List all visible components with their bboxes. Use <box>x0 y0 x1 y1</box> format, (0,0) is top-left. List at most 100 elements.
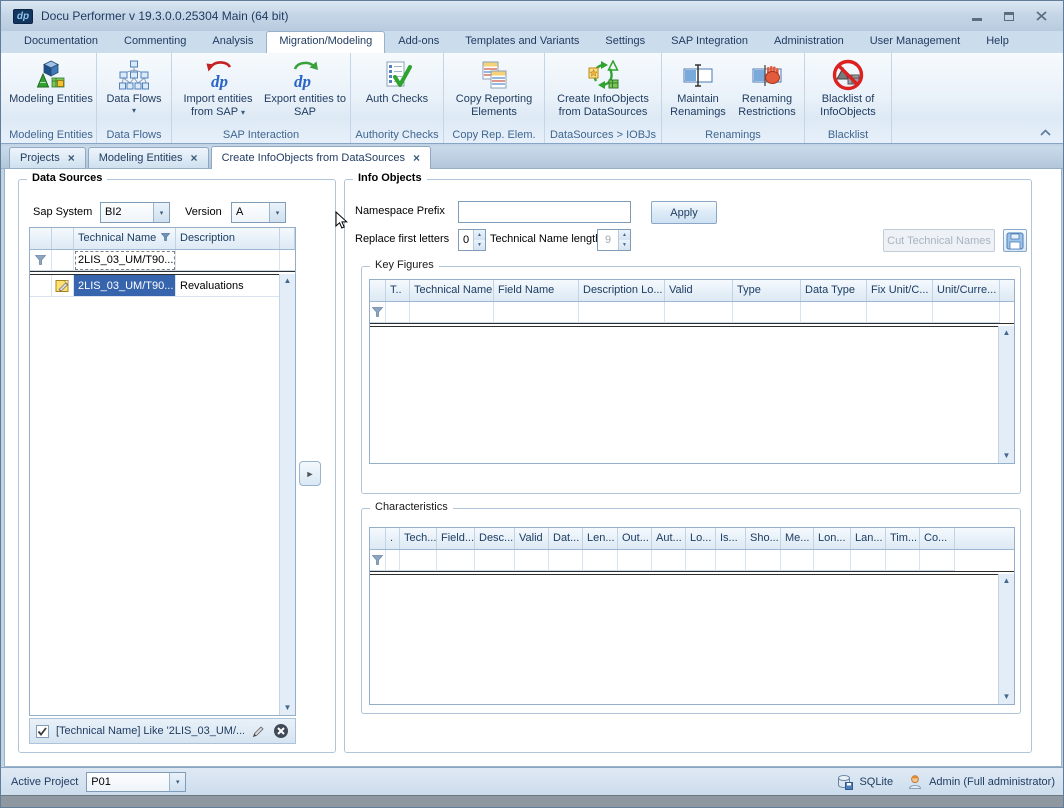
filter-cell[interactable] <box>386 550 400 571</box>
filter-cell[interactable] <box>733 302 801 323</box>
description-cell[interactable]: Revaluations <box>176 275 280 297</box>
filter-cell[interactable] <box>549 550 583 571</box>
column-header[interactable]: Fix Unit/C... <box>867 280 933 301</box>
filter-expression[interactable]: [Technical Name] Like '2LIS_03_UM/... <box>56 725 244 737</box>
close-icon[interactable]: × <box>68 153 75 163</box>
filter-cell[interactable] <box>52 250 74 271</box>
filter-cell[interactable] <box>494 302 579 323</box>
database-label[interactable]: SQLite <box>859 776 893 788</box>
spin-up-icon[interactable]: ▲ <box>474 230 485 240</box>
column-header[interactable]: Is... <box>716 528 746 549</box>
ribbon-tab[interactable]: Documentation <box>11 31 111 53</box>
filter-cell[interactable] <box>665 302 733 323</box>
filter-funnel-icon[interactable] <box>161 233 170 241</box>
filter-cell[interactable] <box>781 550 814 571</box>
scroll-down-icon[interactable]: ▼ <box>1003 693 1011 701</box>
column-header[interactable]: Aut... <box>652 528 686 549</box>
import-entities-button[interactable]: dp Import entities from SAP ▾ <box>175 55 261 123</box>
filter-cell[interactable] <box>515 550 549 571</box>
column-header[interactable]: Description Lo... <box>579 280 665 301</box>
auth-checks-button[interactable]: Auth Checks <box>354 55 440 123</box>
column-header[interactable]: T.. <box>386 280 410 301</box>
column-header[interactable]: Tim... <box>886 528 920 549</box>
scroll-down-icon[interactable]: ▼ <box>1003 452 1011 460</box>
ribbon-tab[interactable]: Administration <box>761 31 857 53</box>
ribbon-tab[interactable]: Migration/Modeling <box>266 31 385 53</box>
filter-cell[interactable] <box>652 550 686 571</box>
filter-cell-description[interactable] <box>176 250 280 271</box>
column-header[interactable]: Valid <box>515 528 549 549</box>
column-header[interactable]: Data Type <box>801 280 867 301</box>
clear-filter-button[interactable] <box>273 723 289 739</box>
user-label[interactable]: Admin (Full administrator) <box>929 776 1055 788</box>
column-header[interactable]: Field... <box>437 528 475 549</box>
filter-cell[interactable] <box>867 302 933 323</box>
column-header-technical-name[interactable]: Technical Name <box>74 228 176 249</box>
maximize-button[interactable] <box>997 8 1021 24</box>
column-header[interactable]: Tech... <box>400 528 437 549</box>
document-tab[interactable]: Projects × <box>9 147 86 168</box>
ribbon-tab[interactable]: User Management <box>857 31 974 53</box>
filter-cell[interactable] <box>814 550 851 571</box>
version-select[interactable]: A ▾ <box>231 202 286 223</box>
filter-cell[interactable] <box>583 550 618 571</box>
scroll-down-icon[interactable]: ▼ <box>284 704 292 712</box>
modeling-entities-button[interactable]: Modeling Entities <box>9 55 93 123</box>
sap-system-select[interactable]: BI2 ▾ <box>100 202 170 223</box>
filter-cell[interactable] <box>386 302 410 323</box>
vertical-scrollbar[interactable]: ▲ ▼ <box>998 574 1014 704</box>
spin-down-icon[interactable]: ▼ <box>474 240 485 250</box>
column-header[interactable]: Technical Name <box>410 280 494 301</box>
filter-cell[interactable] <box>686 550 716 571</box>
blacklist-of-infoobjects-button[interactable]: Blacklist of InfoObjects <box>808 55 888 123</box>
renaming-restrictions-button[interactable]: Renaming Restrictions <box>733 55 801 123</box>
table-row[interactable]: 2LIS_03_UM/T90... Revaluations <box>30 275 295 297</box>
copy-reporting-elements-button[interactable]: Copy Reporting Elements <box>447 55 541 123</box>
filter-cell[interactable] <box>933 302 1000 323</box>
chevron-down-icon[interactable]: ▾ <box>169 773 185 791</box>
move-right-button[interactable]: ► <box>299 461 321 486</box>
column-header[interactable]: Lo... <box>686 528 716 549</box>
filter-cell[interactable] <box>851 550 886 571</box>
close-icon[interactable]: × <box>413 153 420 163</box>
chevron-down-icon[interactable]: ▾ <box>269 203 285 222</box>
scroll-up-icon[interactable]: ▲ <box>284 277 292 285</box>
filter-cell[interactable] <box>886 550 920 571</box>
scroll-up-icon[interactable]: ▲ <box>1003 577 1011 585</box>
column-header-description[interactable]: Description <box>176 228 280 249</box>
apply-button[interactable]: Apply <box>651 201 717 224</box>
data-flows-button[interactable]: Data Flows ▾ <box>100 55 168 123</box>
ribbon-tab[interactable]: Analysis <box>199 31 266 53</box>
edit-filter-button[interactable] <box>251 724 266 739</box>
filter-cell[interactable] <box>746 550 781 571</box>
filter-cell[interactable] <box>618 550 652 571</box>
ribbon-tab[interactable]: Settings <box>592 31 658 53</box>
ribbon-tab[interactable]: Commenting <box>111 31 199 53</box>
column-header[interactable]: Valid <box>665 280 733 301</box>
export-entities-button[interactable]: dp Export entities to SAP <box>263 55 347 123</box>
filter-cell[interactable] <box>716 550 746 571</box>
column-header[interactable]: Unit/Curre... <box>933 280 1000 301</box>
filter-cell[interactable] <box>475 550 515 571</box>
filter-cell[interactable] <box>801 302 867 323</box>
column-header[interactable]: Type <box>733 280 801 301</box>
chevron-down-icon[interactable]: ▾ <box>153 203 169 222</box>
namespace-prefix-input[interactable] <box>458 201 631 223</box>
filter-checkbox[interactable] <box>36 725 49 738</box>
save-button[interactable] <box>1003 229 1027 252</box>
column-header[interactable]: Lan... <box>851 528 886 549</box>
vertical-scrollbar[interactable]: ▲ ▼ <box>279 274 295 715</box>
vertical-scrollbar[interactable]: ▲ ▼ <box>998 326 1014 463</box>
replace-first-letters-stepper[interactable]: 0 ▲▼ <box>458 229 486 251</box>
column-header[interactable]: Co... <box>920 528 955 549</box>
document-tab[interactable]: Create InfoObjects from DataSources × <box>211 146 431 169</box>
column-header[interactable]: Me... <box>781 528 814 549</box>
column-header[interactable]: Sho... <box>746 528 781 549</box>
active-project-select[interactable]: P01 ▾ <box>86 772 186 792</box>
filter-cell[interactable] <box>920 550 955 571</box>
ribbon-tab[interactable]: Add-ons <box>385 31 452 53</box>
column-header[interactable]: Lon... <box>814 528 851 549</box>
scroll-up-icon[interactable]: ▲ <box>1003 329 1011 337</box>
column-header[interactable]: Len... <box>583 528 618 549</box>
ribbon-tab[interactable]: SAP Integration <box>658 31 761 53</box>
